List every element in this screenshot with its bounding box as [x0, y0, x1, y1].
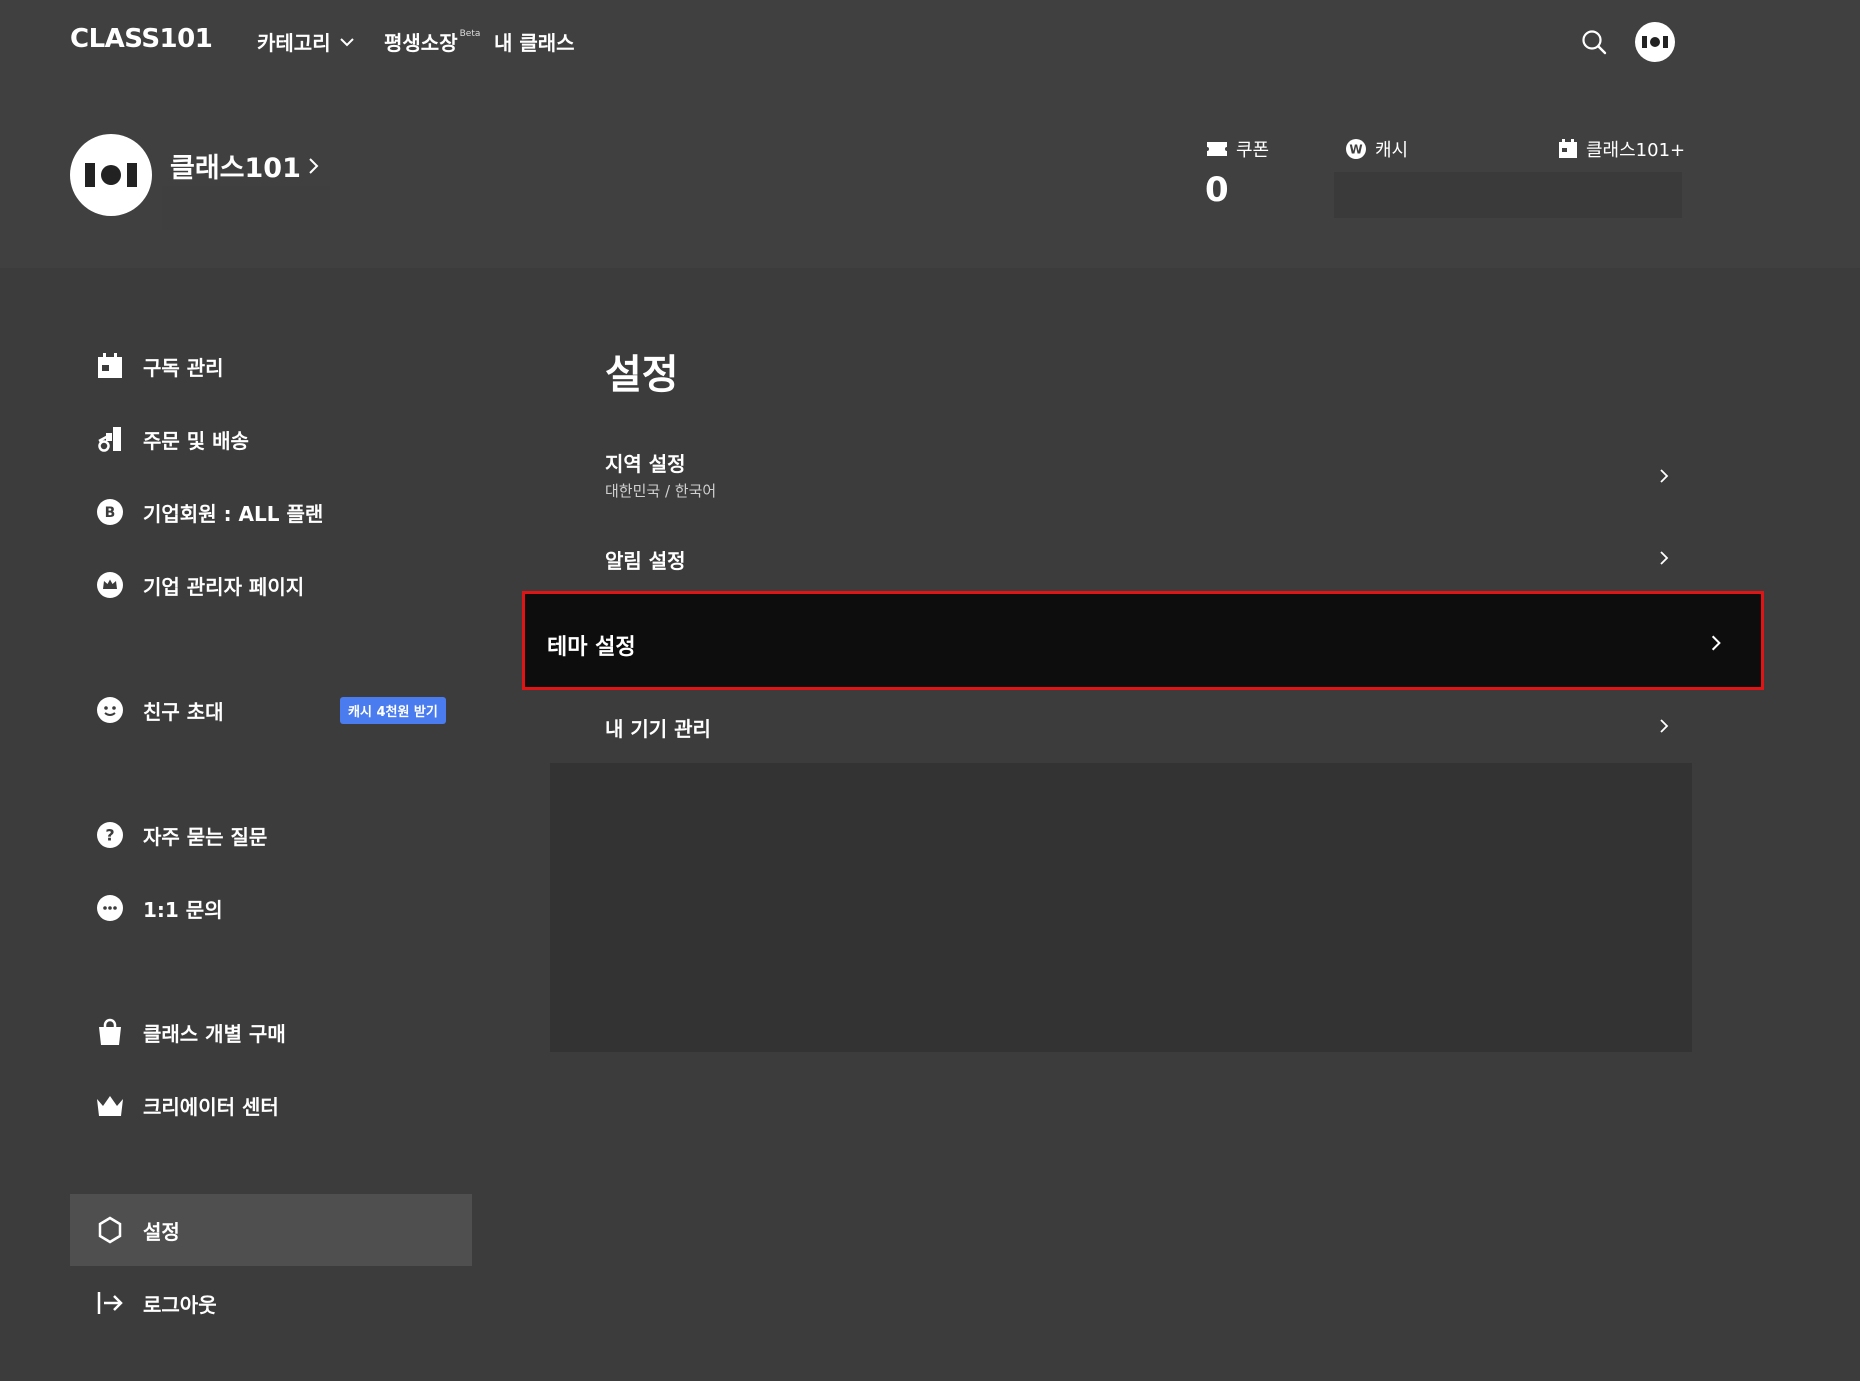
cash-label: 캐시 [1375, 140, 1409, 161]
crown-icon [96, 1091, 124, 1119]
sidebar-item-label: 자주 묻는 질문 [143, 824, 268, 849]
logo[interactable]: CLASS101 [70, 24, 213, 54]
settings-row-theme[interactable]: 테마 설정 [522, 591, 1764, 690]
sidebar-item-faq[interactable]: ? 자주 묻는 질문 [70, 799, 472, 871]
chevron-right-icon [309, 157, 319, 174]
smile-icon [96, 696, 124, 724]
gear-icon [96, 1216, 124, 1244]
settings-row-label: 내 기기 관리 [605, 717, 711, 741]
class101-plus-label: 클래스101+ [1586, 140, 1686, 161]
sidebar-item-invite[interactable]: 친구 초대 캐시 4천원 받기 [70, 674, 472, 746]
sidebar-item-label: 기업 관리자 페이지 [143, 574, 305, 599]
profile-name-label: 클래스101 [170, 153, 301, 184]
profile-avatar[interactable] [70, 134, 152, 216]
sidebar-item-label: 구독 관리 [143, 355, 224, 380]
sidebar-item-label: 친구 초대 [143, 699, 224, 724]
search-icon[interactable] [1580, 28, 1608, 56]
settings-content-panel [550, 763, 1692, 1052]
nav-lifetime[interactable]: 평생소장 Beta [384, 27, 480, 56]
coupon-stat[interactable]: 쿠폰 [1206, 136, 1269, 162]
settings-row-label: 테마 설정 [547, 635, 636, 660]
won-coin-icon: W [1346, 139, 1366, 159]
cash-value-placeholder [1334, 172, 1682, 218]
chevron-right-icon [1660, 551, 1669, 565]
sidebar-item-inquiry[interactable]: 1:1 문의 [70, 872, 472, 944]
calendar-icon [96, 352, 124, 380]
sidebar-item-class-purchase[interactable]: 클래스 개별 구매 [70, 996, 472, 1068]
sidebar-item-settings[interactable]: 설정 [70, 1194, 472, 1266]
page-title: 설정 [605, 352, 679, 398]
beta-badge: Beta [459, 29, 481, 40]
sidebar-item-business-admin[interactable]: 기업 관리자 페이지 [70, 549, 472, 621]
chevron-right-icon [1711, 635, 1721, 651]
chevron-right-icon [1660, 469, 1669, 483]
class101-plus-stat[interactable]: 클래스101+ [1558, 136, 1685, 162]
settings-row-region[interactable]: 지역 설정 대한민국 / 한국어 [550, 440, 1692, 512]
svg-text:B: B [105, 505, 116, 521]
coupon-value: 0 [1205, 170, 1229, 210]
sidebar-item-label: 클래스 개별 구매 [143, 1021, 286, 1046]
profile-header: 클래스101 쿠폰 0 W 캐시 클래스101+ [0, 84, 1860, 268]
chevron-right-icon [1660, 719, 1669, 733]
business-b-icon: B [96, 498, 124, 526]
cash-reward-badge: 캐시 4천원 받기 [340, 697, 446, 724]
chat-bubble-icon [96, 894, 124, 922]
svg-text:?: ? [105, 826, 114, 845]
crown-circle-icon [96, 571, 124, 599]
top-navigation: CLASS101 카테고리 평생소장 Beta 내 클래스 [0, 0, 1860, 84]
profile-sub-placeholder [162, 186, 330, 230]
settings-row-label: 지역 설정 [605, 452, 686, 476]
sidebar-item-logout[interactable]: 로그아웃 [70, 1267, 472, 1339]
sidebar-item-label: 기업회원 : ALL 플랜 [143, 501, 324, 526]
shopping-bag-icon [96, 1018, 124, 1046]
sidebar-item-subscription[interactable]: 구독 관리 [70, 330, 472, 402]
nav-my-class[interactable]: 내 클래스 [494, 27, 575, 56]
settings-row-notifications[interactable]: 알림 설정 [550, 530, 1692, 584]
sidebar-item-business[interactable]: B 기업회원 : ALL 플랜 [70, 476, 472, 548]
sidebar-item-label: 1:1 문의 [143, 897, 223, 922]
class101-logo-icon [85, 163, 137, 187]
sidebar-item-label: 주문 및 배송 [143, 428, 249, 453]
sidebar-item-creator-center[interactable]: 크리에이터 센터 [70, 1069, 472, 1141]
sidebar-item-orders[interactable]: 주문 및 배송 [70, 403, 472, 475]
settings-row-label: 알림 설정 [605, 549, 686, 573]
nav-category[interactable]: 카테고리 [257, 27, 355, 56]
nav-lifetime-label: 평생소장 [384, 31, 458, 55]
coupon-label: 쿠폰 [1236, 140, 1270, 161]
question-icon: ? [96, 821, 124, 849]
logout-icon [96, 1289, 124, 1317]
sidebar-item-label: 크리에이터 센터 [143, 1094, 279, 1119]
profile-name[interactable]: 클래스101 [170, 146, 321, 185]
class101-logo-icon [1642, 36, 1668, 48]
settings-row-sub: 대한민국 / 한국어 [605, 482, 717, 500]
avatar[interactable] [1635, 22, 1675, 62]
ticket-icon [1207, 142, 1227, 156]
svg-text:W: W [1349, 143, 1362, 157]
settings-row-devices[interactable]: 내 기기 관리 [550, 700, 1692, 754]
delivery-icon [96, 425, 124, 453]
chevron-down-icon [339, 37, 354, 46]
sidebar-item-label: 로그아웃 [143, 1292, 217, 1317]
calendar-icon [1559, 139, 1577, 158]
nav-category-label: 카테고리 [257, 31, 331, 55]
cash-stat[interactable]: W 캐시 [1345, 136, 1408, 162]
sidebar-item-label: 설정 [143, 1219, 180, 1244]
